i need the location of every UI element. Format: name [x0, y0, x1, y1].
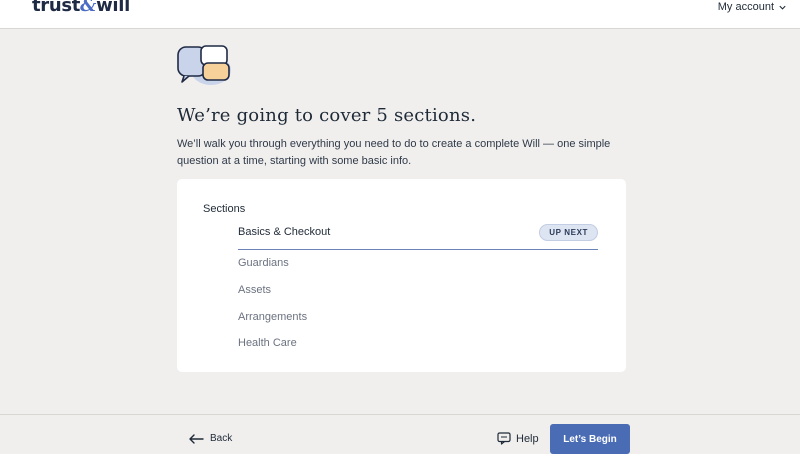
logo-text-right: will: [96, 0, 131, 16]
chat-bubbles-icon: [177, 45, 231, 85]
sections-label: Sections: [203, 203, 246, 215]
back-label: Back: [210, 433, 233, 444]
section-item-label: Guardians: [238, 257, 289, 269]
section-item-guardians: Guardians: [238, 257, 598, 269]
help-chat-icon: [497, 432, 511, 445]
sections-card: Sections Basics & Checkout UP NEXT Guard…: [177, 179, 626, 372]
page-subtitle: We’ll walk you through everything you ne…: [177, 138, 611, 167]
section-item-label: Arrangements: [238, 311, 308, 323]
top-bar: trust&will My account: [0, 0, 800, 29]
section-item-assets: Assets: [238, 284, 598, 296]
logo-ampersand: &: [80, 0, 97, 16]
section-item-basics: Basics & Checkout UP NEXT: [238, 224, 598, 250]
section-item-label: Basics & Checkout: [238, 226, 331, 238]
account-menu[interactable]: My account: [718, 0, 787, 14]
up-next-badge: UP NEXT: [539, 224, 598, 241]
arrow-left-icon: [189, 433, 204, 444]
back-button[interactable]: Back: [188, 433, 232, 444]
help-label: Help: [516, 432, 539, 445]
section-item-label: Health Care: [238, 337, 297, 349]
section-item-arrangements: Arrangements: [238, 311, 598, 323]
account-label: My account: [717, 1, 774, 13]
logo[interactable]: trust&will: [32, 0, 130, 16]
chevron-down-icon: [779, 5, 786, 10]
section-item-health-care: Health Care: [238, 337, 598, 349]
help-button[interactable]: Help: [497, 432, 539, 445]
page-title: We’re going to cover 5 sections.: [177, 105, 477, 126]
logo-text-left: trust: [32, 0, 81, 16]
section-item-label: Assets: [238, 284, 272, 296]
footer-bar: Back Help Let’s Begin: [0, 414, 800, 454]
